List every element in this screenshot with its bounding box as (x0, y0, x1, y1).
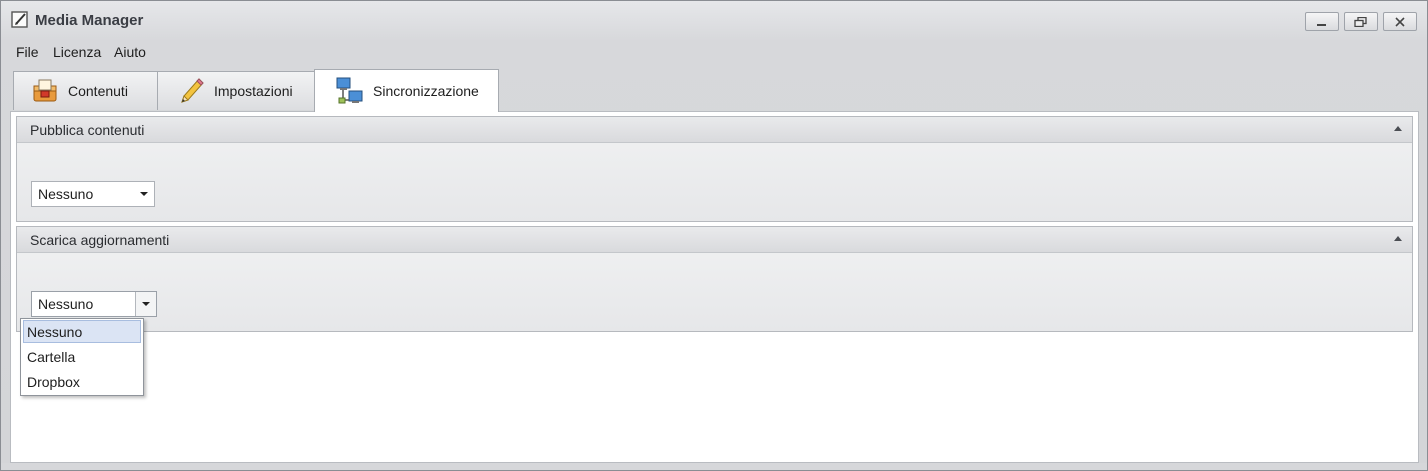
publish-combo-value: Nessuno (38, 186, 94, 202)
download-group-title: Scarica aggiornamenti (30, 232, 170, 248)
app-window: Media Manager File Licenza Aiuto Contenu… (0, 0, 1428, 471)
status-bar (1, 463, 1427, 470)
minimize-icon (1316, 14, 1328, 30)
pencil-icon (176, 76, 206, 106)
menu-licenza[interactable]: Licenza (53, 44, 101, 60)
restore-icon (1354, 14, 1368, 30)
minimize-button[interactable] (1305, 12, 1339, 31)
dropdown-option-cartella[interactable]: Cartella (23, 345, 141, 368)
tab-contenuti-label: Contenuti (68, 83, 128, 99)
publish-group-header[interactable]: Pubblica contenuti (17, 117, 1412, 143)
tab-sincronizzazione[interactable]: Sincronizzazione (314, 69, 499, 112)
download-group: Scarica aggiornamenti Nessuno (16, 226, 1413, 332)
download-combo[interactable]: Nessuno (31, 291, 157, 317)
tab-impostazioni-label: Impostazioni (214, 83, 293, 99)
publish-combo[interactable]: Nessuno (31, 181, 155, 207)
dropdown-option-dropbox[interactable]: Dropbox (23, 370, 141, 393)
close-icon (1394, 14, 1406, 30)
download-group-header[interactable]: Scarica aggiornamenti (17, 227, 1412, 253)
menu-aiuto[interactable]: Aiuto (114, 44, 146, 60)
collapse-icon[interactable] (1394, 236, 1402, 241)
chevron-down-icon[interactable] (134, 182, 154, 206)
download-combo-value: Nessuno (38, 296, 94, 312)
tab-impostazioni[interactable]: Impostazioni (157, 71, 315, 110)
restore-button[interactable] (1344, 12, 1378, 31)
title-bar[interactable]: Media Manager (1, 1, 1427, 37)
network-computers-icon (335, 76, 365, 106)
window-title: Media Manager (35, 12, 144, 29)
publish-group: Pubblica contenuti Nessuno (16, 116, 1413, 222)
tab-sincronizzazione-label: Sincronizzazione (373, 83, 479, 99)
collapse-icon[interactable] (1394, 126, 1402, 131)
tab-contenuti[interactable]: Contenuti (13, 71, 158, 110)
content-box-icon (30, 76, 60, 106)
chevron-down-icon[interactable] (135, 292, 156, 316)
tab-content-panel: Pubblica contenuti Nessuno Scarica aggio… (10, 111, 1419, 463)
download-dropdown-list: Nessuno Cartella Dropbox (20, 318, 144, 396)
close-button[interactable] (1383, 12, 1417, 31)
menu-file[interactable]: File (16, 44, 39, 60)
edit-document-icon (11, 11, 29, 29)
publish-group-title: Pubblica contenuti (30, 122, 145, 138)
dropdown-option-nessuno[interactable]: Nessuno (23, 320, 141, 343)
